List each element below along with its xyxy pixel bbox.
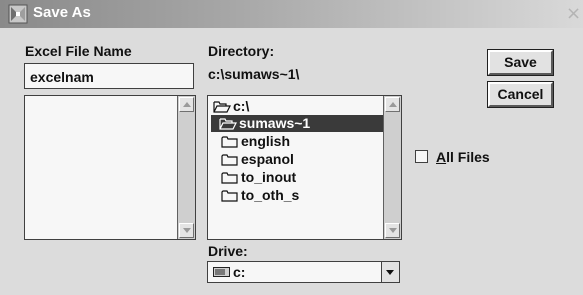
drive-label: Drive: xyxy=(208,243,248,259)
folder-icon xyxy=(221,136,238,148)
directory-item-espanol[interactable]: espanol xyxy=(221,151,381,168)
directory-item-to-inout[interactable]: to_inout xyxy=(221,169,381,186)
drive-select[interactable]: c: xyxy=(207,261,400,283)
directory-item-root[interactable]: c:\ xyxy=(213,98,383,115)
save-button[interactable]: Save xyxy=(487,49,554,76)
scroll-up-arrow-icon[interactable] xyxy=(179,97,194,112)
all-files-label-rest: ll Files xyxy=(446,149,490,165)
directory-item-english[interactable]: english xyxy=(221,133,381,150)
title-bar[interactable]: Save As × xyxy=(0,0,583,28)
file-name-label: Excel File Name xyxy=(25,43,132,59)
folder-icon xyxy=(221,190,238,202)
directory-item-sumaws[interactable]: sumaws~1 xyxy=(211,115,383,132)
file-list[interactable] xyxy=(24,95,196,240)
close-icon[interactable]: × xyxy=(566,3,581,24)
scroll-down-arrow-icon[interactable] xyxy=(179,223,194,238)
scroll-down-arrow-icon[interactable] xyxy=(385,223,400,238)
drive-value: c: xyxy=(233,264,246,280)
window-title: Save As xyxy=(33,4,91,21)
directory-item-label: c:\ xyxy=(233,98,250,114)
directory-item-label: to_oth_s xyxy=(241,187,300,203)
all-files-checkbox[interactable] xyxy=(415,150,428,163)
directory-item-label: to_inout xyxy=(241,169,297,185)
save-as-dialog: Save As × Excel File Name excelnam Direc… xyxy=(0,0,583,295)
chevron-down-icon[interactable] xyxy=(381,262,399,282)
folder-icon xyxy=(221,172,238,184)
directory-item-to-oth-s[interactable]: to_oth_s xyxy=(221,187,381,204)
directory-item-label: english xyxy=(241,133,291,149)
file-list-scrollbar[interactable] xyxy=(177,96,195,239)
open-folder-icon xyxy=(213,101,231,113)
app-icon xyxy=(8,4,28,24)
cancel-button[interactable]: Cancel xyxy=(487,81,554,108)
file-name-input[interactable]: excelnam xyxy=(24,63,194,89)
open-folder-icon xyxy=(219,118,237,130)
directory-label: Directory: xyxy=(208,43,275,59)
file-name-value: excelnam xyxy=(30,69,94,85)
directory-item-label: sumaws~1 xyxy=(239,115,311,131)
drive-icon xyxy=(213,267,230,277)
all-files-label[interactable]: All Files xyxy=(436,149,490,165)
scroll-up-arrow-icon[interactable] xyxy=(385,97,400,112)
directory-list[interactable]: c:\ sumaws~1 english espanol to_inout to… xyxy=(207,95,402,240)
directory-item-label: espanol xyxy=(241,151,294,167)
directory-path: c:\sumaws~1\ xyxy=(208,66,300,82)
folder-icon xyxy=(221,154,238,166)
all-files-mnemonic: A xyxy=(436,149,447,165)
directory-list-scrollbar[interactable] xyxy=(383,96,401,239)
